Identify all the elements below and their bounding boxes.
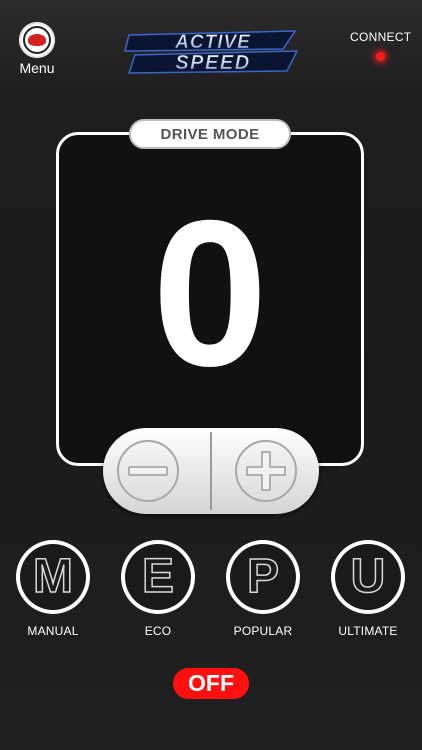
menu-label: Menu: [19, 60, 55, 76]
decrement-button[interactable]: [117, 440, 179, 502]
minus-icon: [128, 466, 168, 476]
menu-button[interactable]: Menu: [14, 22, 60, 76]
menu-logo-icon: [19, 22, 55, 58]
mode-popular-button[interactable]: P POPULAR: [222, 540, 304, 638]
mode-letter: M: [32, 550, 73, 603]
drive-mode-value: 0: [152, 178, 268, 410]
mode-label: ULTIMATE: [338, 624, 398, 638]
active-speed-logo: ACTIVE SPEED: [124, 30, 299, 74]
mode-ultimate-button[interactable]: U ULTIMATE: [327, 540, 409, 638]
mode-letter: E: [141, 550, 175, 603]
mode-manual-button[interactable]: M MANUAL: [12, 540, 94, 638]
mode-label: POPULAR: [233, 624, 293, 638]
mode-label: ECO: [144, 624, 172, 638]
brand-line1: ACTIVE: [174, 32, 251, 53]
stepper-divider: [210, 432, 212, 510]
mode-letter: P: [246, 550, 280, 603]
drive-mode-title: DRIVE MODE: [129, 119, 291, 149]
drive-mode-stepper: [103, 428, 319, 514]
connect-status[interactable]: CONNECT: [350, 30, 412, 61]
power-off-button[interactable]: OFF: [173, 668, 249, 699]
connection-led-icon: [375, 52, 385, 61]
increment-button[interactable]: [235, 440, 297, 502]
mode-label: MANUAL: [27, 624, 79, 638]
brand-line2: SPEED: [175, 52, 250, 74]
mode-letter: U: [350, 550, 386, 603]
mode-eco-button[interactable]: E ECO: [117, 540, 199, 638]
connect-label: CONNECT: [350, 30, 412, 44]
plus-icon: [246, 451, 286, 491]
